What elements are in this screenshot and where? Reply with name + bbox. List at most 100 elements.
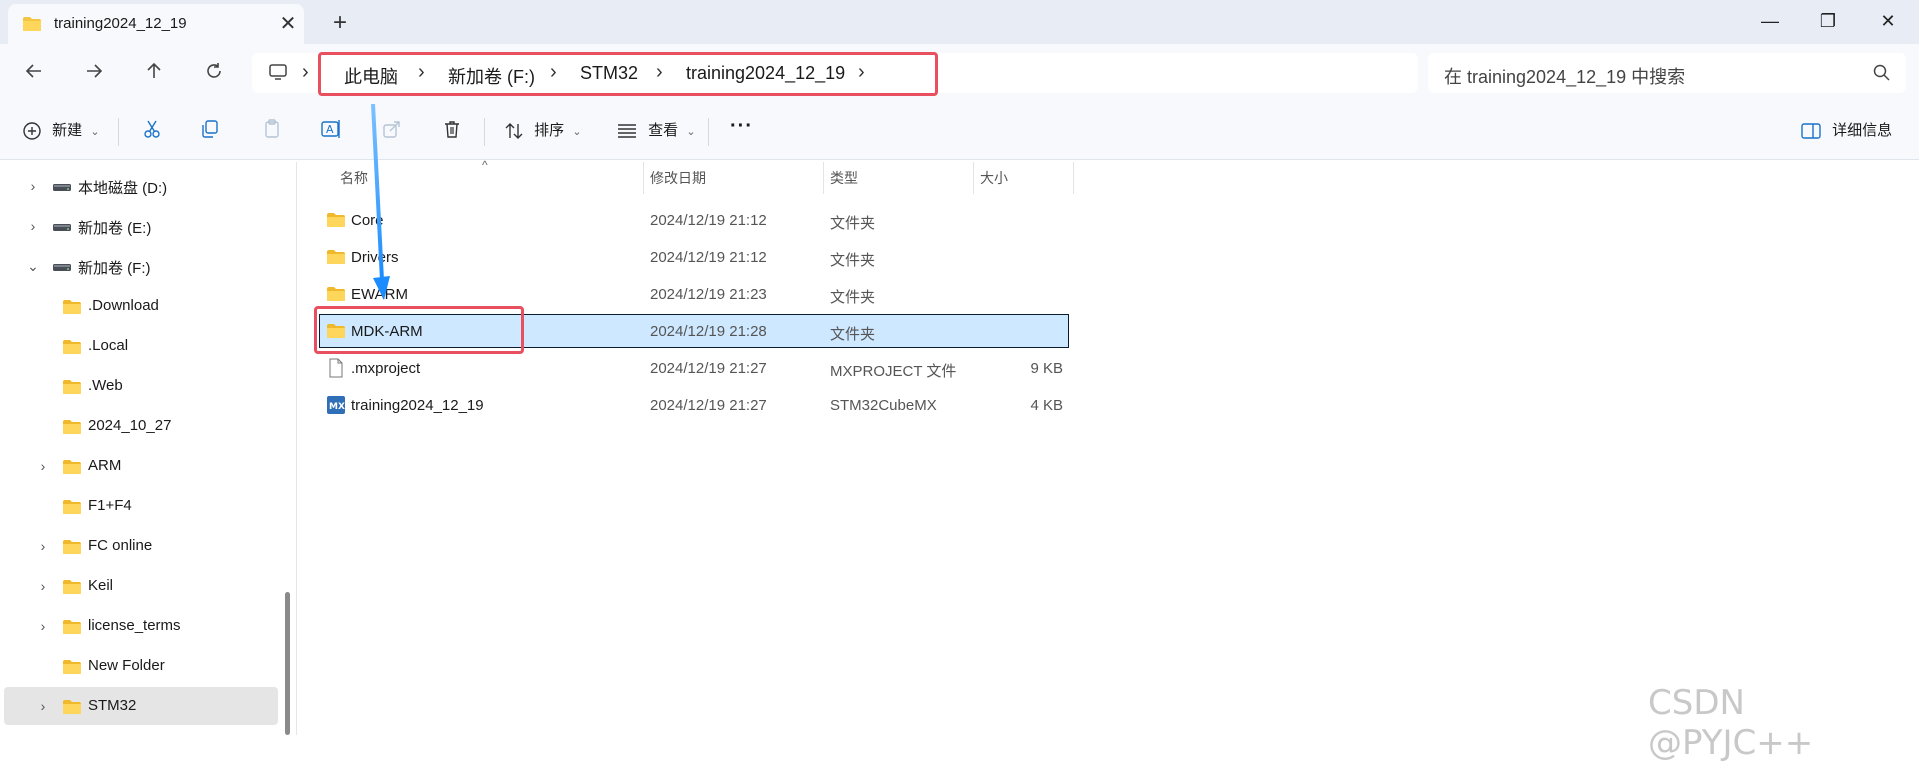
file-row[interactable]: Drivers 2024/12/19 21:12 文件夹 bbox=[320, 241, 1068, 273]
chevron-right-icon[interactable]: › bbox=[26, 177, 40, 195]
sidebar-item[interactable]: › ARM bbox=[4, 447, 278, 485]
trash-icon bbox=[445, 121, 459, 138]
sidebar-item-label: 本地磁盘 (D:) bbox=[78, 180, 168, 197]
sort-icon bbox=[505, 123, 523, 140]
new-button[interactable]: 新建 ⌄ bbox=[22, 119, 100, 143]
new-label: 新建 bbox=[52, 122, 83, 139]
folder-icon bbox=[63, 420, 81, 434]
arrow-up-icon bbox=[147, 62, 161, 78]
minimize-button[interactable]: — bbox=[1750, 6, 1790, 36]
sidebar-item-label: F1+F4 bbox=[88, 497, 132, 514]
folder-icon bbox=[327, 287, 345, 301]
file-row[interactable]: Core 2024/12/19 21:12 文件夹 bbox=[320, 204, 1068, 236]
file-date: 2024/12/19 21:27 bbox=[650, 397, 767, 414]
file-size: 9 KB bbox=[1030, 360, 1063, 377]
title-bar: training2024_12_19 ✕ + — ❐ ✕ bbox=[0, 0, 1919, 44]
new-tab-button[interactable]: + bbox=[326, 10, 354, 38]
chevron-right-icon: › bbox=[302, 61, 309, 83]
sidebar-item[interactable]: › FC online bbox=[4, 527, 278, 565]
more-options-button[interactable]: ··· bbox=[730, 115, 753, 139]
file-date: 2024/12/19 21:28 bbox=[650, 323, 767, 340]
column-separator[interactable] bbox=[973, 162, 974, 194]
annotation-highlight-mdk-arm bbox=[314, 306, 524, 354]
cut-button[interactable] bbox=[142, 119, 162, 143]
details-label: 详细信息 bbox=[1832, 122, 1893, 139]
delete-button[interactable] bbox=[442, 119, 462, 143]
close-tab-icon[interactable]: ✕ bbox=[276, 12, 300, 36]
copy-button[interactable] bbox=[200, 119, 220, 143]
sidebar-item[interactable]: › 新加卷 (E:) bbox=[4, 207, 278, 245]
back-button[interactable] bbox=[18, 57, 50, 89]
file-row[interactable]: MX training2024_12_19 2024/12/19 21:27 STM3… bbox=[320, 389, 1068, 421]
rename-button[interactable]: A bbox=[320, 119, 342, 143]
search-icon[interactable] bbox=[1872, 63, 1892, 83]
sidebar-item[interactable]: ⌄ 新加卷 (F:) bbox=[4, 247, 278, 285]
sidebar-item-label: Keil bbox=[88, 577, 114, 594]
sidebar-item-label: .Web bbox=[88, 377, 123, 394]
folder-icon bbox=[63, 300, 81, 314]
folder-icon bbox=[63, 540, 81, 554]
chevron-right-icon[interactable]: › bbox=[36, 697, 50, 715]
file-type: 文件夹 bbox=[830, 215, 876, 232]
column-header-size[interactable]: 大小 bbox=[980, 168, 1008, 198]
sidebar-item[interactable]: .Download bbox=[4, 287, 278, 325]
address-row: › 此电脑 › 新加卷 (F:) › STM32 › training2024_… bbox=[0, 44, 1919, 102]
sidebar-item[interactable]: › license_terms bbox=[4, 607, 278, 645]
arrow-right-icon bbox=[87, 64, 103, 78]
chevron-down-icon: ⌄ bbox=[90, 126, 100, 138]
sidebar-item[interactable]: .Local bbox=[4, 327, 278, 365]
view-button[interactable]: 查看 ⌄ bbox=[616, 119, 696, 143]
arrow-left-icon bbox=[25, 64, 41, 78]
details-pane-button[interactable]: 详细信息 bbox=[1800, 119, 1892, 143]
sort-button[interactable]: 排序 ⌄ bbox=[504, 119, 582, 143]
chevron-right-icon[interactable]: › bbox=[26, 217, 40, 235]
chevron-down-icon: ⌄ bbox=[686, 126, 696, 138]
file-row[interactable]: .mxproject 2024/12/19 21:27 MXPROJECT 文件 9 … bbox=[320, 352, 1068, 384]
sidebar-item[interactable]: 2024_10_27 bbox=[4, 407, 278, 445]
toolbar-divider bbox=[484, 118, 485, 146]
chevron-right-icon[interactable]: › bbox=[36, 617, 50, 635]
sidebar-item-label: 新加卷 (F:) bbox=[78, 260, 151, 277]
toolbar-divider bbox=[118, 118, 119, 146]
column-header-type[interactable]: 类型 bbox=[830, 168, 858, 198]
sidebar-item[interactable]: New Folder bbox=[4, 647, 278, 685]
close-window-button[interactable]: ✕ bbox=[1868, 6, 1908, 36]
chevron-down-icon[interactable]: ⌄ bbox=[26, 257, 40, 275]
view-label: 查看 bbox=[648, 122, 679, 139]
column-separator[interactable] bbox=[823, 162, 824, 194]
search-input[interactable]: 在 training2024_12_19 中搜索 bbox=[1444, 63, 1685, 89]
refresh-button[interactable] bbox=[198, 57, 230, 89]
watermark: CSDN @PYJC++ bbox=[1648, 683, 1814, 763]
chevron-right-icon[interactable]: › bbox=[36, 577, 50, 595]
sidebar-item[interactable]: › STM32 bbox=[4, 687, 278, 725]
search-box[interactable]: 在 training2024_12_19 中搜索 bbox=[1428, 53, 1906, 93]
sidebar-item-label: FC online bbox=[88, 537, 153, 554]
sidebar-scrollbar[interactable] bbox=[285, 592, 290, 735]
chevron-right-icon[interactable]: › bbox=[36, 457, 50, 475]
column-header-date[interactable]: 修改日期 bbox=[650, 168, 706, 198]
sidebar-item[interactable]: .Web bbox=[4, 367, 278, 405]
restore-button[interactable]: ❐ bbox=[1808, 6, 1848, 36]
up-button[interactable] bbox=[138, 57, 170, 89]
sidebar-item[interactable]: › 本地磁盘 (D:) bbox=[4, 167, 278, 205]
file-type: 文件夹 bbox=[830, 326, 876, 343]
sidebar-item[interactable]: F1+F4 bbox=[4, 487, 278, 525]
column-separator[interactable] bbox=[1073, 162, 1074, 194]
column-separator[interactable] bbox=[643, 162, 644, 194]
sidebar-item-label: ARM bbox=[88, 457, 122, 474]
forward-button[interactable] bbox=[78, 57, 110, 89]
paste-button[interactable] bbox=[262, 119, 282, 143]
sidebar-item[interactable]: › Keil bbox=[4, 567, 278, 605]
file-name: .mxproject bbox=[351, 360, 421, 377]
sidebar-item-label: license_terms bbox=[88, 617, 181, 634]
folder-icon bbox=[63, 380, 81, 394]
drive-icon bbox=[53, 224, 71, 231]
sort-ascending-icon: ^ bbox=[482, 158, 488, 172]
tab-active[interactable]: training2024_12_19 ✕ bbox=[8, 4, 304, 44]
file-size: 4 KB bbox=[1030, 397, 1063, 414]
plus-circle-icon bbox=[23, 122, 41, 140]
annotation-highlight-breadcrumb bbox=[318, 52, 938, 96]
chevron-right-icon[interactable]: › bbox=[36, 537, 50, 555]
pane-divider[interactable] bbox=[296, 162, 297, 735]
file-date: 2024/12/19 21:27 bbox=[650, 360, 767, 377]
